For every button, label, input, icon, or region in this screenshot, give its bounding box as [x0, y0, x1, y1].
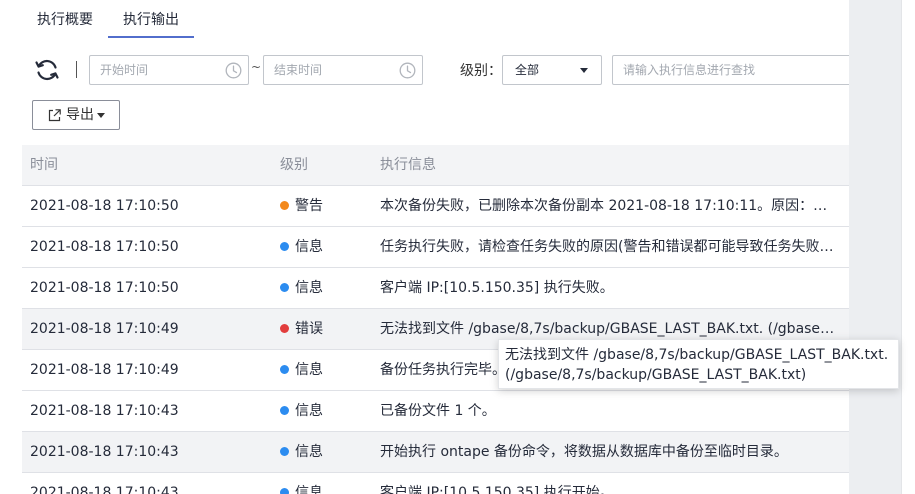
- level-filter-select[interactable]: 全部: [502, 55, 602, 85]
- execution-log-table: 时间 级别 执行信息 2021-08-18 17:10:50 警告 本次备份失败，已…: [22, 145, 849, 494]
- scrollbar-track[interactable]: [901, 0, 915, 494]
- cell-level: 警告: [280, 186, 370, 226]
- cell-message: 任务执行失败，请检查任务失败的原因(警告和错误都可能导致任务失败)。: [380, 239, 838, 255]
- table-row[interactable]: 2021-08-18 17:10:43 信息 客户端 IP:[10.5.150.35…: [22, 473, 849, 494]
- cell-level: 错误: [280, 309, 370, 349]
- table-row[interactable]: 2021-08-18 17:10:50 警告 本次备份失败，已删除本次备份副本 20…: [22, 186, 849, 227]
- cell-message: 客户端 IP:[10.5.150.35] 执行开始。: [380, 485, 614, 494]
- table-row[interactable]: 2021-08-18 17:10:50 信息 任务执行失败，请检查任务失败的原因(警…: [22, 227, 849, 268]
- cell-time: 2021-08-18 17:10:50: [30, 239, 179, 255]
- level-text: 信息: [295, 280, 323, 296]
- end-time-placeholder: 结束时间: [274, 63, 323, 77]
- export-button[interactable]: 导出: [32, 100, 120, 130]
- cell-time: 2021-08-18 17:10:43: [30, 403, 179, 419]
- level-text: 信息: [295, 485, 323, 494]
- cell-level: 信息: [280, 473, 370, 494]
- level-status-dot: [280, 406, 289, 415]
- cell-message: 已备份文件 1 个。: [380, 403, 496, 419]
- end-time-input[interactable]: 结束时间: [263, 55, 423, 85]
- export-icon: [48, 109, 61, 122]
- tooltip-line: (/gbase/8,7s/backup/GBASE_LAST_BAK.txt): [505, 367, 807, 383]
- level-status-dot: [280, 324, 289, 333]
- level-text: 警告: [295, 198, 323, 214]
- level-status-dot: [280, 283, 289, 292]
- cell-level: 信息: [280, 432, 370, 472]
- level-filter-value: 全部: [515, 63, 540, 77]
- cell-time: 2021-08-18 17:10:43: [30, 444, 179, 460]
- tab-execution-output[interactable]: 执行输出: [108, 0, 194, 38]
- table-row[interactable]: 2021-08-18 17:10:50 信息 客户端 IP:[10.5.150.35…: [22, 268, 849, 309]
- cell-message: 开始执行 ontape 备份命令，将数据从数据库中备份至临时目录。: [380, 444, 788, 460]
- table-header: 时间 级别 执行信息: [22, 145, 849, 186]
- level-text: 信息: [295, 239, 323, 255]
- level-status-dot: [280, 242, 289, 251]
- message-tooltip: 无法找到文件 /gbase/8,7s/backup/GBASE_LAST_BAK…: [498, 339, 899, 389]
- caret-down-icon: [580, 68, 588, 73]
- tab-execution-summary[interactable]: 执行概要: [22, 0, 108, 38]
- page-background: [849, 0, 901, 494]
- level-status-dot: [280, 201, 289, 210]
- level-filter-label: 级别：: [460, 63, 502, 79]
- cell-time: 2021-08-18 17:10:50: [30, 280, 179, 296]
- table-row[interactable]: 2021-08-18 17:10:43 信息 开始执行 ontape 备份命令，将数…: [22, 432, 849, 473]
- refresh-icon: [35, 59, 59, 81]
- refresh-button[interactable]: [33, 56, 61, 84]
- export-label: 导出: [66, 107, 94, 123]
- tooltip-line: 无法找到文件 /gbase/8,7s/backup/GBASE_LAST_BAK…: [505, 347, 889, 363]
- level-text: 信息: [295, 444, 323, 460]
- cell-message: 本次备份失败，已删除本次备份副本 2021-08-18 17:10:11。原因：…: [380, 198, 838, 214]
- start-time-placeholder: 开始时间: [100, 63, 149, 77]
- execution-output-panel: 执行概要 执行输出 开始时间 ~ 结束时间 级别： 全部 请输入执行信息进行查找…: [0, 0, 849, 494]
- cell-time: 2021-08-18 17:10:49: [30, 362, 179, 378]
- table-row[interactable]: 2021-08-18 17:10:43 信息 已备份文件 1 个。: [22, 391, 849, 432]
- level-status-dot: [280, 447, 289, 456]
- level-status-dot: [280, 488, 289, 494]
- cell-level: 信息: [280, 391, 370, 431]
- toolbar-divider: [76, 61, 77, 78]
- column-header-level[interactable]: 级别: [280, 145, 308, 185]
- cell-message: 客户端 IP:[10.5.150.35] 执行失败。: [380, 280, 614, 296]
- caret-down-icon: [97, 113, 105, 118]
- column-header-time[interactable]: 时间: [30, 145, 58, 185]
- tab-bar: 执行概要 执行输出: [22, 0, 194, 40]
- level-text: 错误: [295, 321, 323, 337]
- range-separator: ~: [251, 60, 262, 74]
- cell-time: 2021-08-18 17:10:50: [30, 198, 179, 214]
- clock-icon: [399, 62, 416, 79]
- cell-level: 信息: [280, 268, 370, 308]
- column-header-message[interactable]: 执行信息: [380, 145, 436, 185]
- cell-time: 2021-08-18 17:10:43: [30, 485, 179, 494]
- level-text: 信息: [295, 362, 323, 378]
- cell-level: 信息: [280, 227, 370, 267]
- search-input[interactable]: [612, 55, 849, 85]
- level-status-dot: [280, 365, 289, 374]
- clock-icon: [225, 62, 242, 79]
- start-time-input[interactable]: 开始时间: [89, 55, 249, 85]
- cell-time: 2021-08-18 17:10:49: [30, 321, 179, 337]
- cell-level: 信息: [280, 350, 370, 390]
- level-text: 信息: [295, 403, 323, 419]
